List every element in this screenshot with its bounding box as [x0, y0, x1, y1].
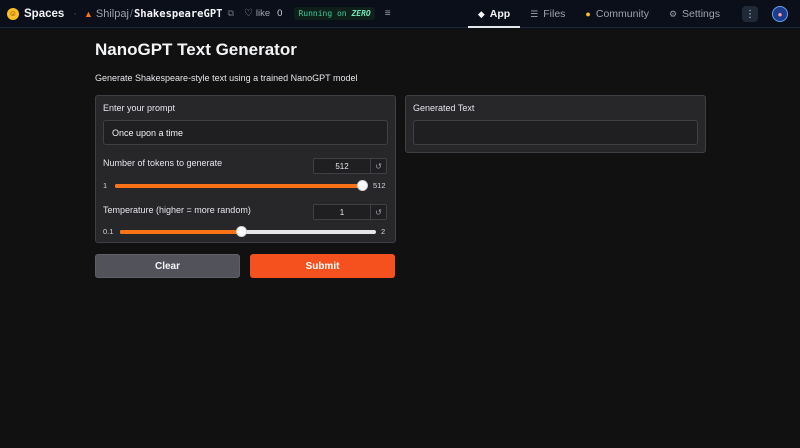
tokens-slider-fill	[115, 184, 362, 188]
brand-label: Spaces	[24, 7, 65, 20]
status-hardware: ZERO	[351, 9, 371, 18]
files-icon: ☰	[530, 8, 539, 19]
repo-owner-link[interactable]: Shilpaj	[96, 8, 129, 20]
space-tabs: ◆ App ☰ Files ● Community ⚙ Settings ⋮ ●	[467, 0, 800, 28]
space-icon: ▲	[83, 8, 93, 19]
reset-icon: ↺	[375, 207, 382, 217]
tokens-reset-button[interactable]: ↺	[371, 158, 387, 174]
tab-community-label: Community	[595, 8, 649, 20]
temperature-slider-fill	[120, 230, 242, 234]
status-prefix: Running on	[298, 9, 347, 18]
output-label: Generated Text	[413, 103, 475, 113]
temperature-reset-button[interactable]: ↺	[371, 204, 387, 220]
top-navigation-bar: ☺ Spaces · ▲ Shilpaj / ShakespeareGPT ⧉ …	[0, 0, 800, 28]
clear-button[interactable]: Clear	[95, 254, 240, 278]
hugging-face-logo-icon: ☺	[7, 7, 19, 20]
temperature-max-label: 2	[381, 227, 386, 236]
input-panel: Enter your prompt Once upon a time Numbe…	[95, 95, 396, 243]
heart-icon: ♡	[243, 8, 253, 19]
community-icon: ●	[585, 9, 591, 19]
prompt-label: Enter your prompt	[103, 103, 176, 113]
tokens-number-input[interactable]: 512	[313, 158, 371, 174]
tab-settings[interactable]: ⚙ Settings	[659, 0, 730, 28]
tokens-slider-thumb[interactable]	[357, 180, 368, 191]
tab-app-label: App	[489, 8, 511, 20]
reset-icon: ↺	[375, 161, 382, 171]
page-title: NanoGPT Text Generator	[95, 40, 297, 59]
output-panel: Generated Text	[405, 95, 706, 153]
breadcrumb-slash: /	[129, 7, 133, 20]
tab-community[interactable]: ● Community	[575, 0, 659, 28]
tokens-max-label: 512	[373, 181, 386, 190]
tokens-slider[interactable]	[115, 180, 368, 191]
temperature-label: Temperature (higher = more random)	[103, 205, 251, 215]
user-avatar[interactable]: ●	[772, 6, 788, 22]
cube-icon: ◆	[477, 8, 485, 19]
repo-name-link[interactable]: ShakespeareGPT	[134, 8, 223, 20]
tab-files-label: Files	[543, 8, 566, 20]
like-count: 0	[277, 8, 283, 19]
more-vertical-icon: ⋮	[745, 8, 755, 20]
temperature-number-input[interactable]: 1	[313, 204, 371, 220]
separator: ·	[73, 7, 77, 20]
repo-breadcrumb: ▲ Shilpaj / ShakespeareGPT ⧉	[84, 8, 234, 20]
temperature-slider-thumb[interactable]	[236, 226, 248, 237]
gear-icon: ⚙	[668, 8, 678, 19]
tab-settings-label: Settings	[682, 8, 720, 20]
avatar-icon: ●	[777, 9, 783, 19]
logs-icon[interactable]: ≡	[385, 8, 391, 19]
temperature-min-label: 0.1	[103, 227, 114, 236]
copy-icon[interactable]: ⧉	[227, 8, 233, 19]
submit-button[interactable]: Submit	[250, 254, 395, 278]
tokens-min-label: 1	[103, 181, 108, 190]
gradio-app: NanoGPT Text Generator Generate Shakespe…	[0, 29, 800, 448]
spaces-home-link[interactable]: ☺ Spaces	[7, 7, 65, 20]
tab-app[interactable]: ◆ App	[467, 0, 521, 28]
tokens-label: Number of tokens to generate	[103, 158, 223, 168]
like-label: like	[255, 8, 271, 19]
status-badge: Running on ZERO	[294, 7, 375, 20]
like-button[interactable]: ♡ like 0	[244, 8, 283, 19]
prompt-input[interactable]: Once upon a time	[103, 120, 388, 145]
generated-text-output[interactable]	[413, 120, 698, 145]
tab-files[interactable]: ☰ Files	[520, 0, 575, 28]
temperature-slider[interactable]	[120, 226, 376, 237]
more-options-button[interactable]: ⋮	[742, 6, 758, 22]
page-description: Generate Shakespeare-style text using a …	[95, 73, 358, 83]
